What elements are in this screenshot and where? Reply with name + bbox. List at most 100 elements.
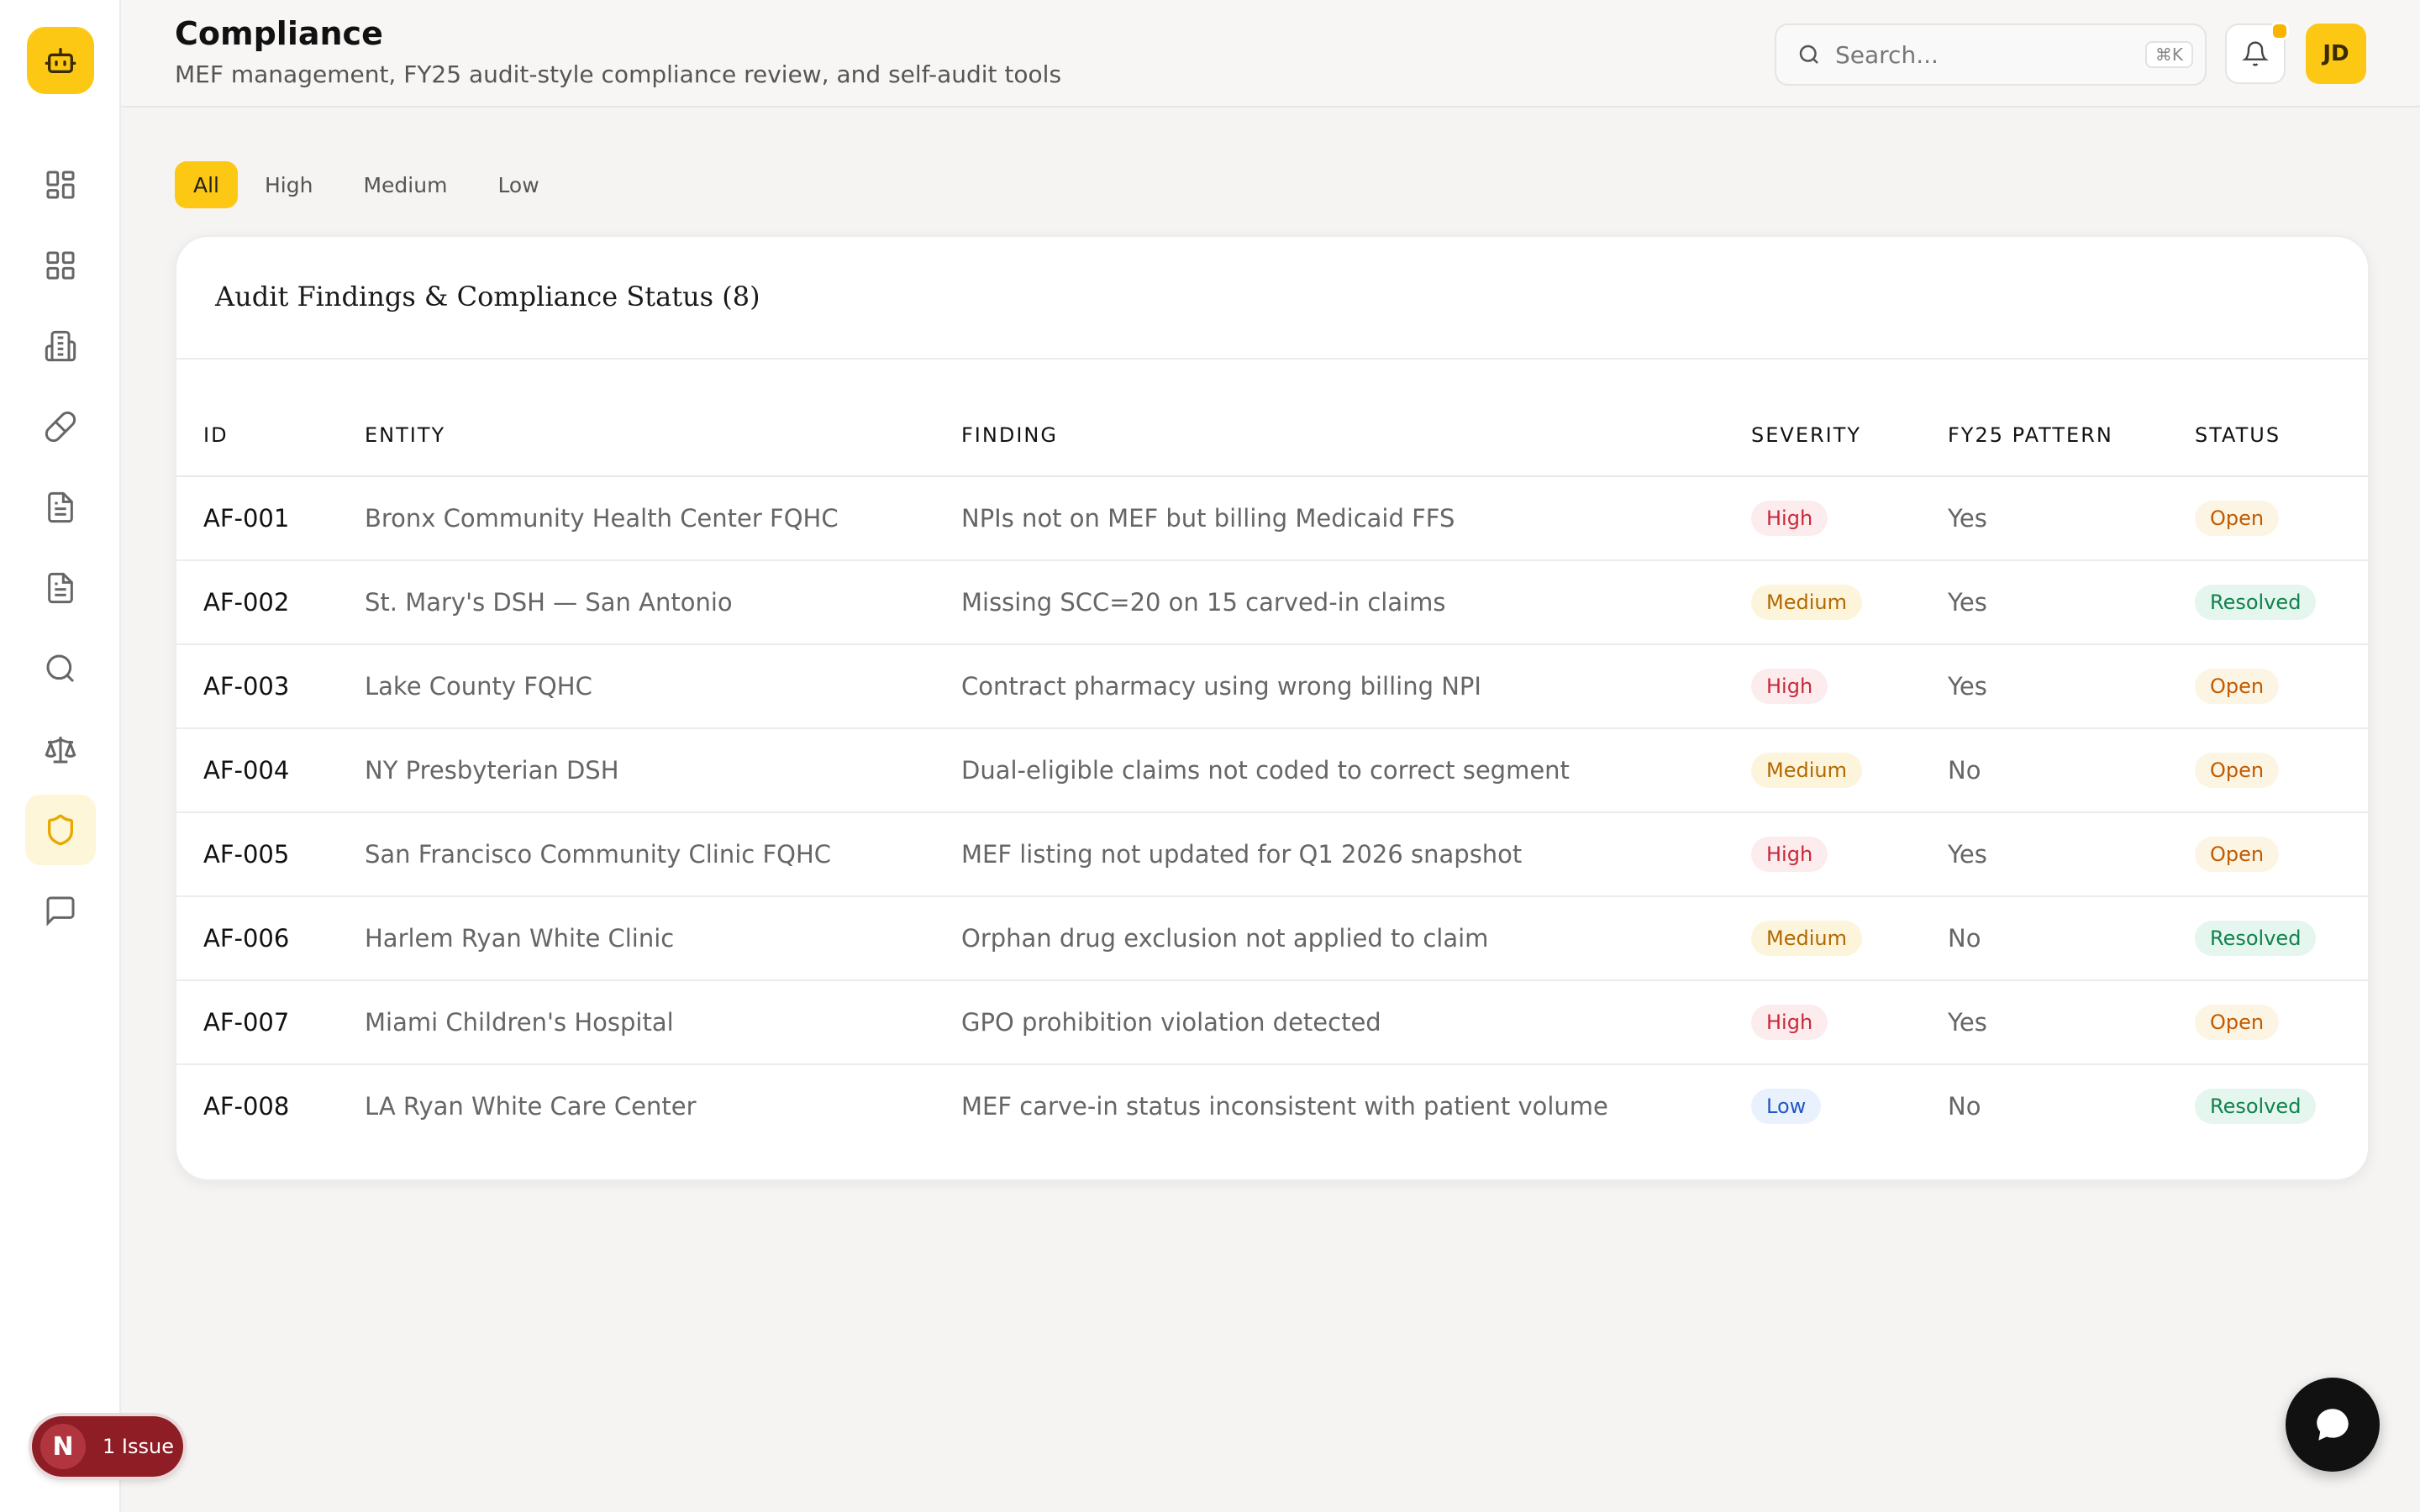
filter-low[interactable]: Low xyxy=(474,161,562,208)
dev-issues-badge[interactable]: N 1 Issue xyxy=(32,1416,183,1477)
column-header-id[interactable]: ID xyxy=(176,395,364,477)
finding-id: AF-001 xyxy=(176,476,364,561)
finding-status-cell: Resolved xyxy=(2194,896,2368,981)
column-header-severity[interactable]: SEVERITY xyxy=(1750,395,1947,477)
building-icon xyxy=(45,330,76,362)
table-row[interactable]: AF-006 Harlem Ryan White Clinic Orphan d… xyxy=(176,896,2368,981)
status-badge: Resolved xyxy=(2195,585,2317,620)
pill-icon xyxy=(45,411,76,443)
sidebar-item-claims[interactable] xyxy=(25,472,96,543)
finding-severity-cell: High xyxy=(1750,812,1947,897)
finding-description: NPIs not on MEF but billing Medicaid FFS xyxy=(960,476,1750,561)
page-title: Compliance xyxy=(175,15,383,52)
filter-all[interactable]: All xyxy=(175,161,238,208)
finding-entity: Miami Children's Hospital xyxy=(364,980,960,1065)
finding-entity: Bronx Community Health Center FQHC xyxy=(364,476,960,561)
page-header: Compliance MEF management, FY25 audit-st… xyxy=(121,0,2420,108)
finding-id: AF-003 xyxy=(176,644,364,729)
finding-fy25-pattern: No xyxy=(1947,728,2194,813)
table-row[interactable]: AF-004 NY Presbyterian DSH Dual-eligible… xyxy=(176,728,2368,813)
finding-id: AF-007 xyxy=(176,980,364,1065)
dashboard-icon xyxy=(46,171,75,199)
severity-badge: High xyxy=(1751,837,1828,872)
notifications-button[interactable] xyxy=(2225,22,2289,84)
table-row[interactable]: AF-001 Bronx Community Health Center FQH… xyxy=(176,476,2368,561)
finding-status-cell: Open xyxy=(2194,980,2368,1065)
finding-severity-cell: Medium xyxy=(1750,728,1947,813)
status-badge: Open xyxy=(2195,501,2280,536)
document-icon xyxy=(48,491,73,523)
document-icon xyxy=(48,572,73,604)
column-header-entity[interactable]: ENTITY xyxy=(364,395,960,477)
finding-entity: LA Ryan White Care Center xyxy=(365,1092,697,1121)
status-badge: Resolved xyxy=(2195,921,2317,956)
finding-id: AF-002 xyxy=(176,560,364,645)
severity-badge: Medium xyxy=(1751,753,1862,788)
status-badge: Open xyxy=(2195,837,2280,872)
severity-badge: Medium xyxy=(1751,585,1862,620)
app-logo[interactable] xyxy=(27,27,94,94)
finding-status-cell: Resolved xyxy=(2194,1064,2368,1147)
sidebar-item-compliance[interactable] xyxy=(25,795,96,865)
finding-severity-cell: High xyxy=(1750,644,1947,729)
finding-description: GPO prohibition violation detected xyxy=(960,980,1750,1065)
audit-findings-card: Audit Findings & Compliance Status (8) I… xyxy=(175,235,2370,1181)
column-header-fy25-pattern[interactable]: FY25 PATTERN xyxy=(1947,395,2194,477)
robot-icon xyxy=(45,48,76,74)
avatar[interactable]: JD xyxy=(2306,24,2366,84)
severity-badge: High xyxy=(1751,1005,1828,1040)
sidebar-item-dashboard[interactable] xyxy=(25,150,96,220)
column-header-status[interactable]: STATUS xyxy=(2194,395,2368,477)
severity-badge: Low xyxy=(1751,1089,1822,1124)
sidebar-item-messages[interactable] xyxy=(25,875,96,946)
table-row[interactable]: AF-008 LA Ryan White Care Center MEF car… xyxy=(176,1064,2368,1147)
finding-fy25-pattern: Yes xyxy=(1947,812,2194,897)
sidebar-item-legal[interactable] xyxy=(25,714,96,785)
sidebar: N 1 Issue xyxy=(0,0,183,1512)
finding-fy25-pattern: No xyxy=(1948,1092,1981,1121)
finding-status-cell: Open xyxy=(2194,476,2368,561)
status-badge: Open xyxy=(2195,1005,2280,1040)
finding-fy25-pattern: No xyxy=(1947,896,2194,981)
status-badge: Open xyxy=(2195,669,2280,704)
sidebar-item-search[interactable] xyxy=(25,633,96,704)
table-header-row: ID ENTITY FINDING SEVERITY FY25 PATTERN … xyxy=(176,395,2368,477)
table-row[interactable]: AF-002 St. Mary's DSH — San Antonio Miss… xyxy=(176,560,2368,645)
finding-description: MEF carve-in status inconsistent with pa… xyxy=(961,1092,1608,1121)
finding-description: Dual-eligible claims not coded to correc… xyxy=(960,728,1750,813)
status-badge: Resolved xyxy=(2195,1089,2317,1124)
finding-status-cell: Open xyxy=(2194,728,2368,813)
severity-badge: Medium xyxy=(1751,921,1862,956)
filter-medium[interactable]: Medium xyxy=(339,161,471,208)
finding-id: AF-005 xyxy=(176,812,364,897)
table-row[interactable]: AF-007 Miami Children's Hospital GPO pro… xyxy=(176,980,2368,1065)
sidebar-item-drugs[interactable] xyxy=(25,391,96,462)
finding-entity: Harlem Ryan White Clinic xyxy=(364,896,960,981)
filter-high[interactable]: High xyxy=(241,161,336,208)
search-icon xyxy=(46,654,75,683)
finding-status-cell: Resolved xyxy=(2194,560,2368,645)
finding-status-cell: Open xyxy=(2194,812,2368,897)
table-row[interactable]: AF-005 San Francisco Community Clinic FQ… xyxy=(176,812,2368,897)
status-badge: Open xyxy=(2195,753,2280,788)
chat-assistant-button[interactable] xyxy=(2286,1378,2380,1472)
finding-description: MEF listing not updated for Q1 2026 snap… xyxy=(960,812,1750,897)
sidebar-item-entities[interactable] xyxy=(25,311,96,381)
column-header-finding[interactable]: FINDING xyxy=(960,395,1750,477)
finding-severity-cell: Medium xyxy=(1750,560,1947,645)
finding-entity: San Francisco Community Clinic FQHC xyxy=(364,812,960,897)
finding-description: Contract pharmacy using wrong billing NP… xyxy=(960,644,1750,729)
sidebar-item-apps[interactable] xyxy=(25,230,96,301)
finding-id: AF-004 xyxy=(176,728,364,813)
finding-severity-cell: High xyxy=(1750,980,1947,1065)
sidebar-item-reports[interactable] xyxy=(25,553,96,623)
card-title: Audit Findings & Compliance Status (8) xyxy=(215,281,760,312)
severity-filter: All High Medium Low xyxy=(175,161,566,208)
bell-icon xyxy=(2242,41,2269,66)
finding-fy25-pattern: Yes xyxy=(1947,980,2194,1065)
table-row[interactable]: AF-003 Lake County FQHC Contract pharmac… xyxy=(176,644,2368,729)
chat-bubble-icon xyxy=(2317,1409,2349,1441)
scale-icon xyxy=(45,737,76,764)
finding-description: Orphan drug exclusion not applied to cla… xyxy=(960,896,1750,981)
search-input[interactable]: Search... ⌘K xyxy=(1775,24,2207,86)
